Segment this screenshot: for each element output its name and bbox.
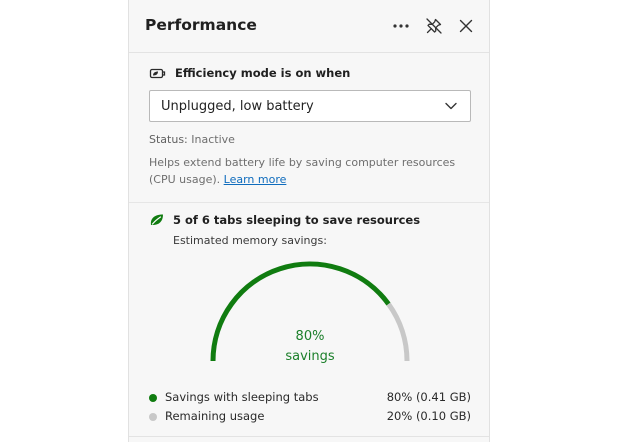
legend-savings-row: Savings with sleeping tabs 80% (0.41 GB) <box>149 390 471 406</box>
efficiency-mode-selected-value: Unplugged, low battery <box>161 99 314 114</box>
chevron-down-icon <box>445 102 457 110</box>
efficiency-help-text: Helps extend battery life by saving comp… <box>149 154 474 188</box>
efficiency-mode-label: Efficiency mode is on when <box>175 66 351 80</box>
battery-leaf-icon <box>149 68 166 78</box>
status-label: Status: <box>149 133 188 146</box>
unpin-icon <box>426 18 442 34</box>
status-value: Inactive <box>191 133 235 146</box>
performance-panel: Performance Efficiency mode is on when U… <box>128 0 490 442</box>
sleeping-tabs-summary: 5 of 6 tabs sleeping to save resources <box>173 213 421 227</box>
gauge-savings-text: savings <box>285 349 335 364</box>
legend-savings-dot <box>149 394 157 402</box>
efficiency-mode-dropdown[interactable]: Unplugged, low battery <box>149 90 471 122</box>
legend-savings-value: 80% (0.41 GB) <box>386 390 471 404</box>
legend-remaining-row: Remaining usage 20% (0.10 GB) <box>149 409 471 425</box>
more-options-button[interactable] <box>389 14 413 38</box>
legend-remaining-label: Remaining usage <box>165 409 265 423</box>
sleeping-tabs-heading: 5 of 6 tabs sleeping to save resources <box>149 213 420 227</box>
gauge-percent-text: 80% <box>295 329 325 344</box>
memory-savings-label: Estimated memory savings: <box>173 234 327 247</box>
gauge-savings-arc <box>210 261 391 362</box>
leaf-icon <box>150 214 163 226</box>
panel-header: Performance <box>129 0 489 53</box>
help-text: Helps extend battery life by saving comp… <box>149 156 456 186</box>
learn-more-link[interactable]: Learn more <box>224 173 287 186</box>
efficiency-mode-section: Efficiency mode is on when Unplugged, lo… <box>129 52 489 203</box>
unpin-button[interactable] <box>422 14 446 38</box>
close-icon <box>459 19 473 33</box>
legend-remaining-value: 20% (0.10 GB) <box>386 409 471 423</box>
legend-remaining-dot <box>149 413 157 421</box>
status-line: Status: Inactive <box>149 133 235 146</box>
section-divider <box>129 436 489 437</box>
legend-savings-label: Savings with sleeping tabs <box>165 390 319 404</box>
close-button[interactable] <box>454 14 478 38</box>
panel-title: Performance <box>145 16 257 34</box>
more-icon <box>393 24 409 28</box>
efficiency-mode-heading: Efficiency mode is on when <box>149 66 350 80</box>
